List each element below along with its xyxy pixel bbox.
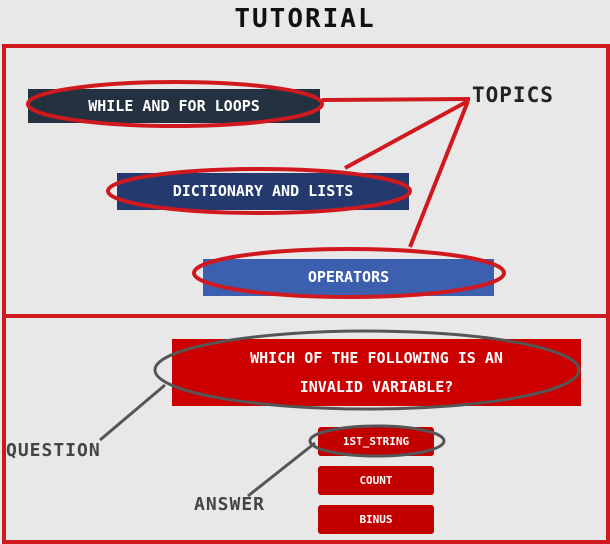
answer-annotation-label: ANSWER — [194, 494, 266, 515]
question-box: WHICH OF THE FOLLOWING IS AN INVALID VAR… — [172, 339, 581, 406]
question-text-line-2: INVALID VARIABLE? — [299, 378, 454, 396]
topic-button-while-for-loops[interactable]: WHILE AND FOR LOOPS — [28, 89, 320, 123]
answer-button-1st-string[interactable]: 1ST_STRING — [318, 427, 434, 456]
topics-annotation-label: TOPICS — [472, 83, 554, 107]
page-title: TUTORIAL — [234, 4, 376, 34]
question-annotation-label: QUESTION — [6, 440, 101, 461]
topic-button-operators[interactable]: OPERATORS — [203, 259, 494, 296]
answer-button-count[interactable]: COUNT — [318, 466, 434, 495]
answer-button-binus[interactable]: BINUS — [318, 505, 434, 534]
section-divider — [2, 314, 610, 318]
question-text-line-1: WHICH OF THE FOLLOWING IS AN — [250, 349, 503, 367]
topic-button-dictionary-lists[interactable]: DICTIONARY AND LISTS — [117, 173, 409, 210]
